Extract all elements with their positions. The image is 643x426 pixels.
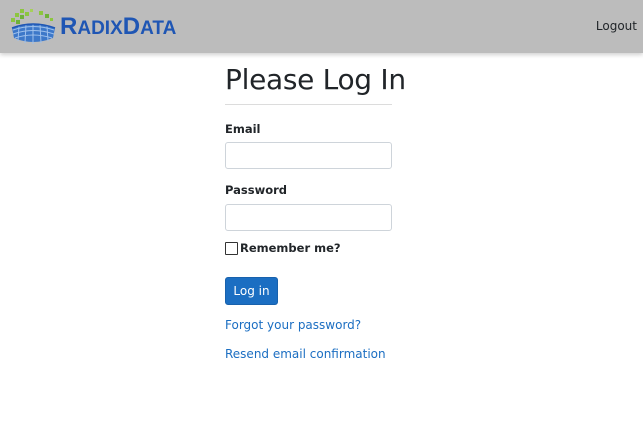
- resend-confirmation-link[interactable]: Resend email confirmation: [225, 347, 386, 361]
- brand-letter-r: R: [60, 13, 78, 40]
- email-field[interactable]: [225, 142, 392, 169]
- logout-link[interactable]: Logout: [596, 19, 637, 33]
- brand-logo[interactable]: RADIXDATA: [9, 8, 176, 46]
- page-title: Please Log In: [225, 63, 406, 96]
- brand-part-adix: ADIX: [77, 18, 123, 39]
- remember-me-label[interactable]: Remember me?: [240, 241, 341, 255]
- password-label: Password: [225, 183, 287, 197]
- brand-name: RADIXDATA: [60, 15, 176, 39]
- email-label: Email: [225, 122, 261, 136]
- login-button[interactable]: Log in: [225, 277, 278, 305]
- radixdata-globe-logo-icon: [11, 9, 56, 44]
- brand-letter-d: D: [122, 13, 141, 40]
- login-form: Please Log In Email Password Remember me…: [225, 62, 406, 361]
- title-divider: [225, 104, 392, 105]
- remember-me-row: Remember me?: [225, 241, 341, 255]
- password-field[interactable]: [225, 204, 392, 231]
- remember-me-checkbox[interactable]: [225, 241, 238, 255]
- brand-part-ata: ATA: [140, 18, 177, 39]
- forgot-password-link[interactable]: Forgot your password?: [225, 318, 361, 332]
- top-navbar: RADIXDATA Logout: [0, 0, 643, 53]
